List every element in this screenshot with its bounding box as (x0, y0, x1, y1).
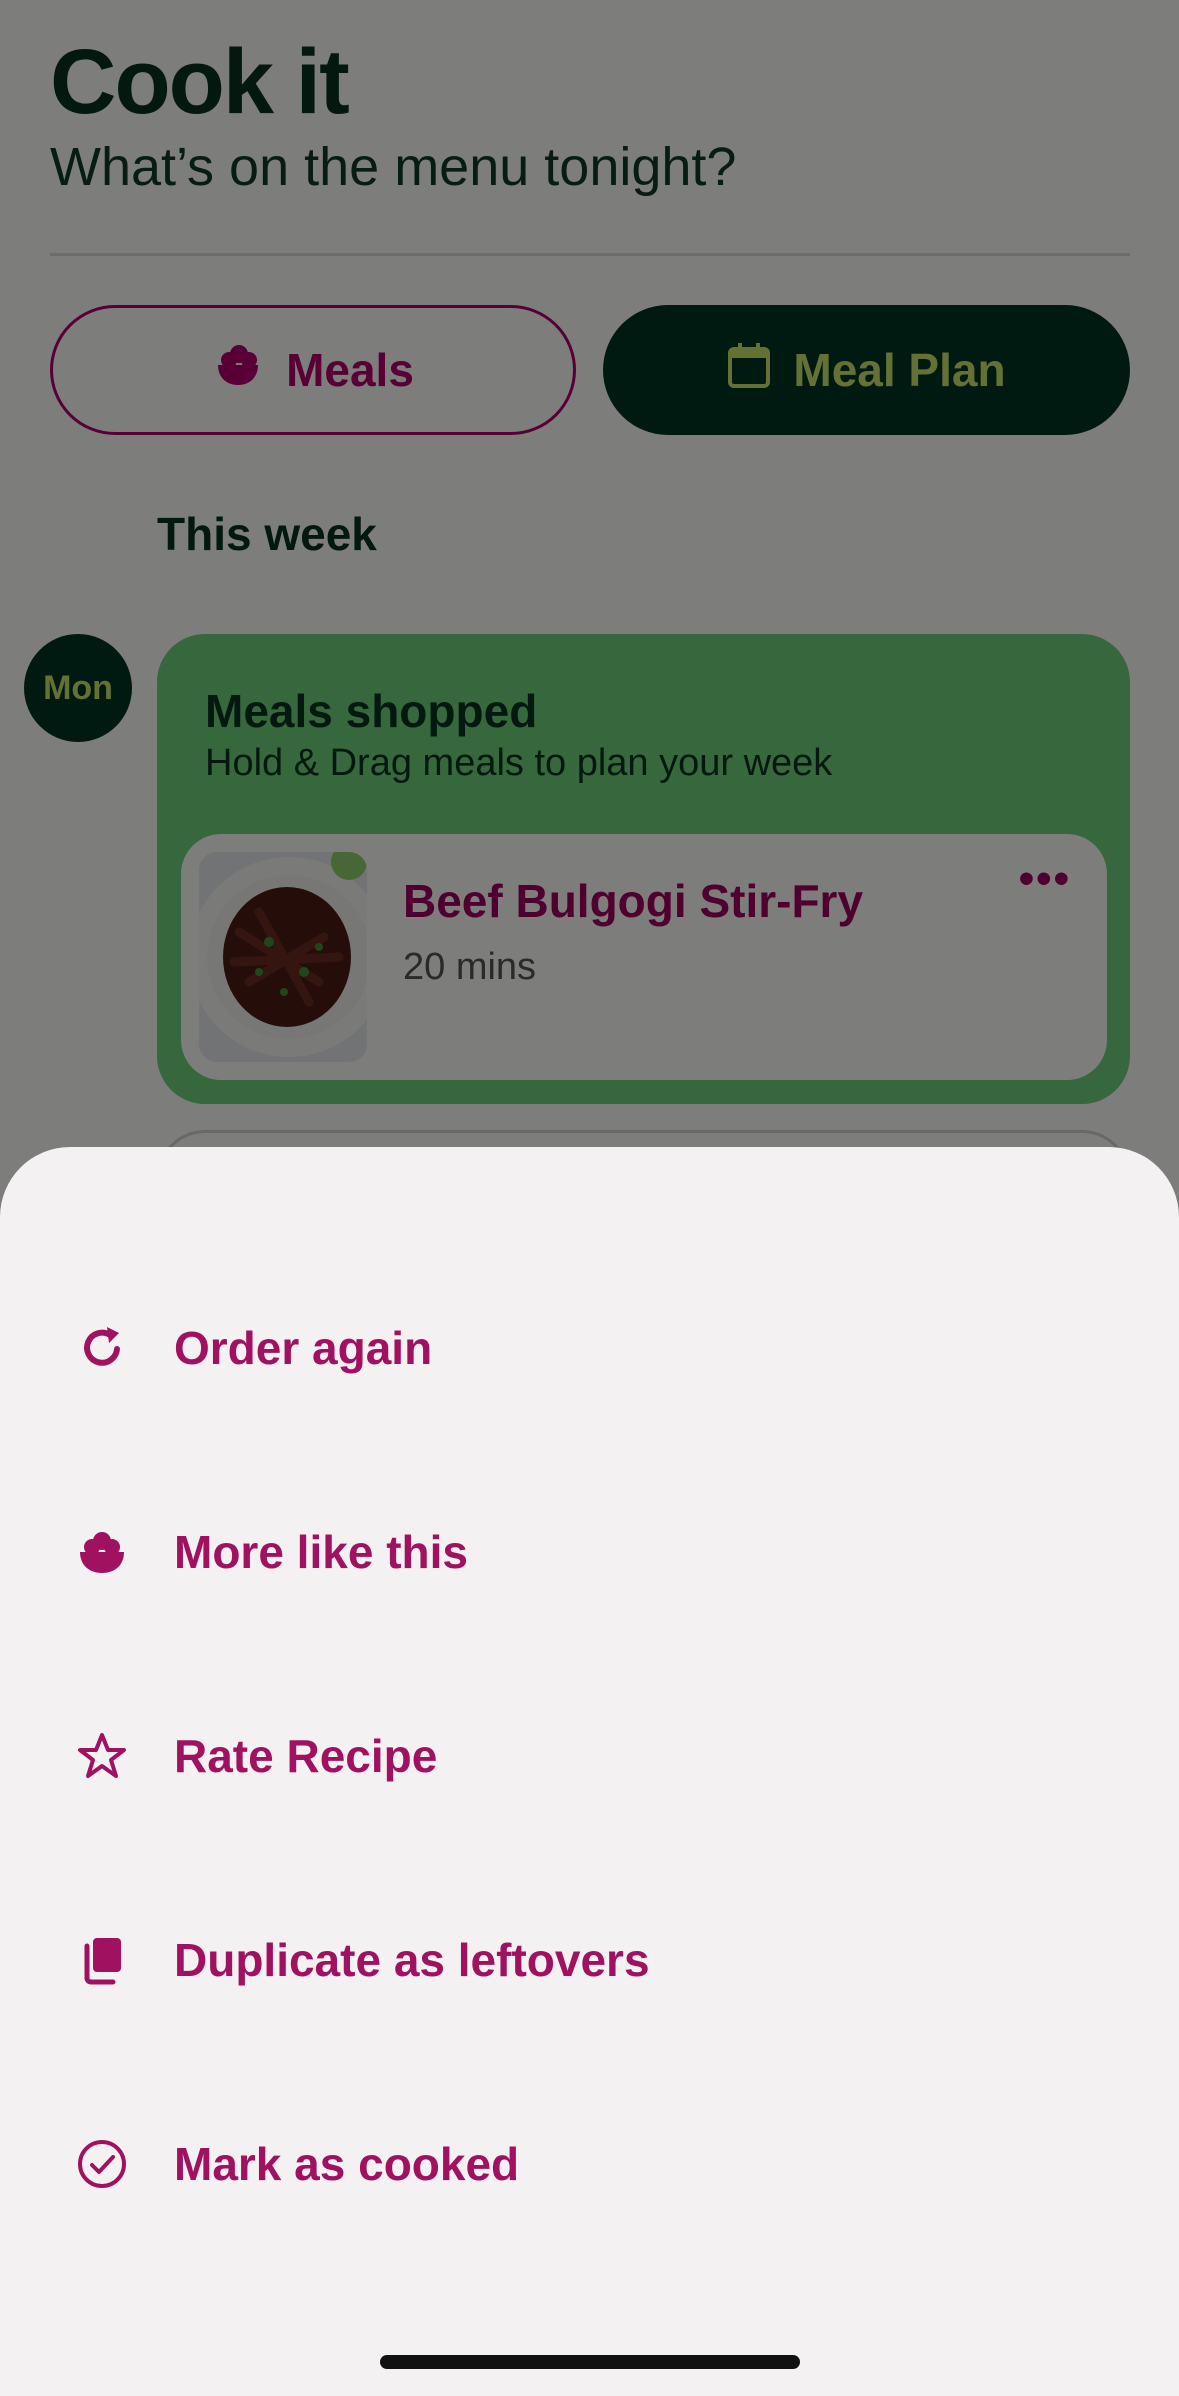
more-like-this-action[interactable]: More like this (0, 1477, 1179, 1627)
order-again-action[interactable]: Order again (0, 1273, 1179, 1423)
more-like-this-label: More like this (174, 1526, 468, 1578)
rate-recipe-action[interactable]: Rate Recipe (0, 1681, 1179, 1831)
duplicate-leftovers-action[interactable]: Duplicate as leftovers (0, 1885, 1179, 2035)
mark-cooked-label: Mark as cooked (174, 2138, 520, 2190)
refresh-icon (74, 1320, 130, 1376)
copy-icon (74, 1932, 130, 1988)
order-again-label: Order again (174, 1322, 433, 1374)
mark-cooked-action[interactable]: Mark as cooked (0, 2089, 1179, 2239)
action-sheet: Order again More like this Rate Recipe D… (0, 1147, 1179, 2396)
duplicate-leftovers-label: Duplicate as leftovers (174, 1934, 650, 1986)
rate-recipe-label: Rate Recipe (174, 1730, 438, 1782)
check-circle-icon (74, 2136, 130, 2192)
home-indicator[interactable] (380, 2355, 800, 2369)
bowl-icon (74, 1524, 130, 1580)
star-icon (74, 1728, 130, 1784)
